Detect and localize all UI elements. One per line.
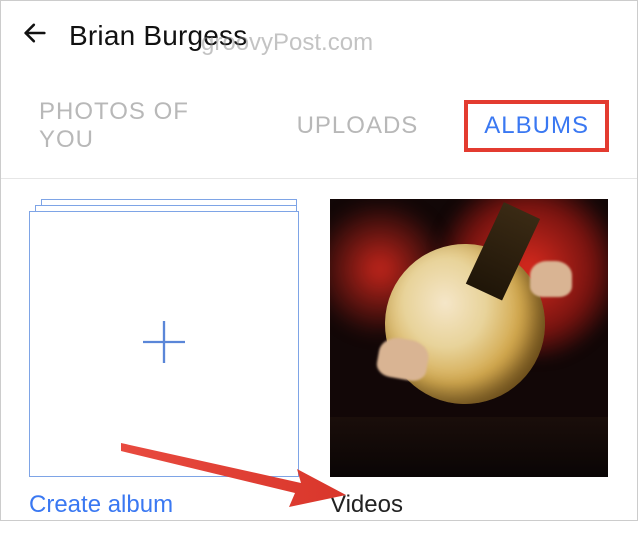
create-album-card[interactable]: Create album bbox=[29, 199, 308, 519]
albums-grid: Create album Videos bbox=[1, 179, 637, 539]
create-album-label[interactable]: Create album bbox=[29, 491, 308, 519]
page-title: Brian Burgess bbox=[69, 20, 247, 52]
tab-albums[interactable]: ALBUMS bbox=[464, 100, 609, 152]
back-arrow-icon[interactable] bbox=[21, 19, 49, 52]
tabs: PHOTOS OF YOU UPLOADS ALBUMS bbox=[1, 66, 637, 179]
header: Brian Burgess bbox=[1, 1, 637, 66]
tab-photos-of-you[interactable]: PHOTOS OF YOU bbox=[29, 92, 251, 160]
tab-uploads[interactable]: UPLOADS bbox=[287, 106, 429, 146]
videos-album-thumb[interactable] bbox=[330, 199, 608, 477]
create-album-thumb[interactable] bbox=[29, 199, 304, 477]
videos-album-card[interactable]: Videos bbox=[330, 199, 609, 519]
videos-album-label[interactable]: Videos bbox=[330, 491, 609, 519]
plus-icon bbox=[136, 314, 192, 375]
